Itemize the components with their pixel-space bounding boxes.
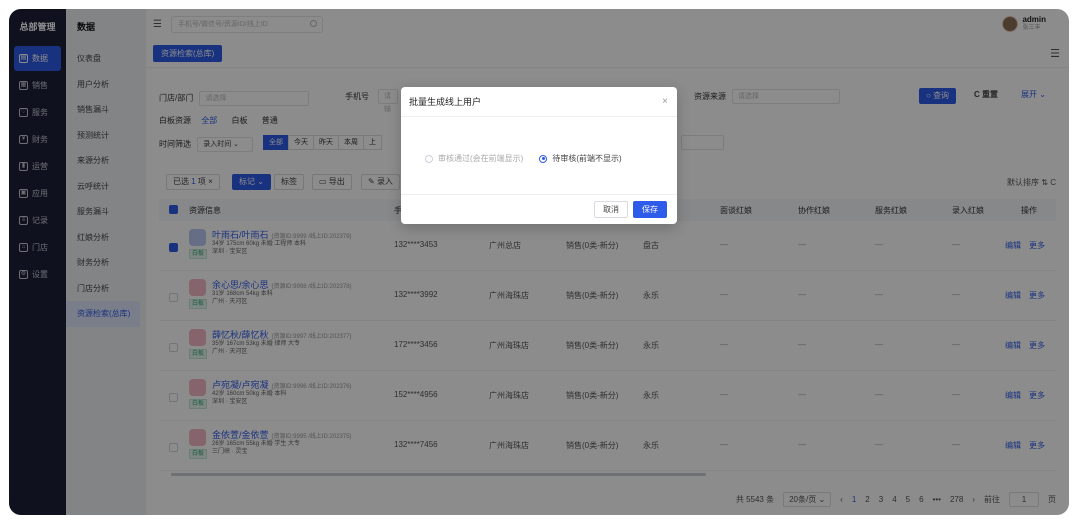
radio-circle xyxy=(425,154,433,163)
close-icon[interactable]: × xyxy=(662,87,668,117)
save-button[interactable]: 保存 xyxy=(633,201,667,218)
batch-generate-dialog: 批量生成线上用户 × 审核通过(会在前端显示) 待审核(前端不显示) 取消 保存 xyxy=(401,87,677,224)
dialog-title: 批量生成线上用户 xyxy=(409,97,482,107)
modal-overlay[interactable] xyxy=(9,9,1069,515)
review-radio-group: 审核通过(会在前端显示) 待审核(前端不显示) xyxy=(425,153,622,164)
radio-approved[interactable]: 审核通过(会在前端显示) xyxy=(425,153,523,164)
dialog-header: 批量生成线上用户 × xyxy=(401,87,677,117)
app-window: 总部管理 ▤ 数据 ▦ 销售 ♡ 服务 ¥ 财务 ▮ 运营 ▣ 应用 ≡ 记录 ⌂ 门店 ⚙ 设置… xyxy=(9,9,1069,515)
radio-pending[interactable]: 待审核(前端不显示) xyxy=(539,153,622,164)
cancel-button[interactable]: 取消 xyxy=(594,201,628,218)
radio-circle xyxy=(539,154,548,163)
side-drawer-handle[interactable] xyxy=(1071,396,1080,414)
dialog-footer: 取消 保存 xyxy=(401,194,677,224)
